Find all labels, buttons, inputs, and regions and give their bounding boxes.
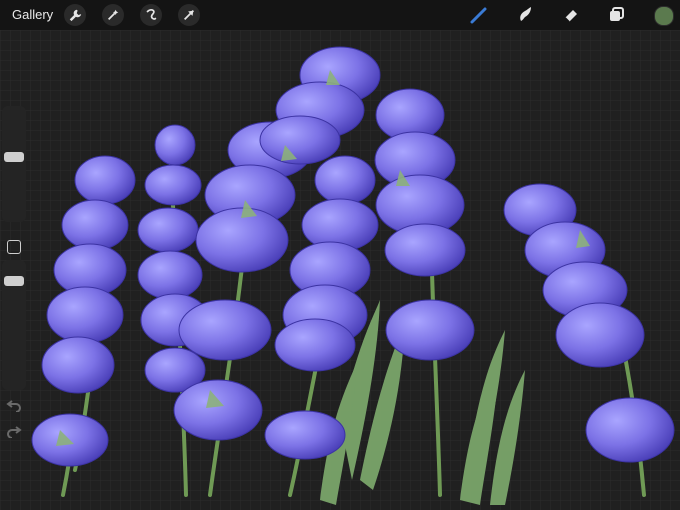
brush-size-slider[interactable]: [2, 106, 26, 222]
gallery-button[interactable]: Gallery: [12, 7, 53, 22]
procreate-app: Gallery: [0, 0, 680, 510]
opacity-thumb[interactable]: [4, 276, 24, 286]
drawing-canvas[interactable]: [0, 0, 680, 510]
redo-icon[interactable]: [6, 424, 22, 438]
top-toolbar: Gallery: [0, 0, 680, 30]
left-sidebar: [2, 106, 26, 446]
selection-icon[interactable]: [140, 4, 162, 26]
modify-button[interactable]: [7, 240, 21, 254]
smudge-icon[interactable]: [514, 4, 536, 26]
wrench-icon[interactable]: [64, 4, 86, 26]
color-swatch[interactable]: [654, 6, 674, 26]
brush-size-thumb[interactable]: [4, 152, 24, 162]
layers-icon[interactable]: [606, 4, 628, 26]
magic-wand-icon[interactable]: [102, 4, 124, 26]
brush-icon[interactable]: [468, 4, 490, 26]
transform-arrow-icon[interactable]: [178, 4, 200, 26]
undo-icon[interactable]: [6, 398, 22, 412]
opacity-slider[interactable]: [2, 260, 26, 390]
eraser-icon[interactable]: [560, 4, 582, 26]
